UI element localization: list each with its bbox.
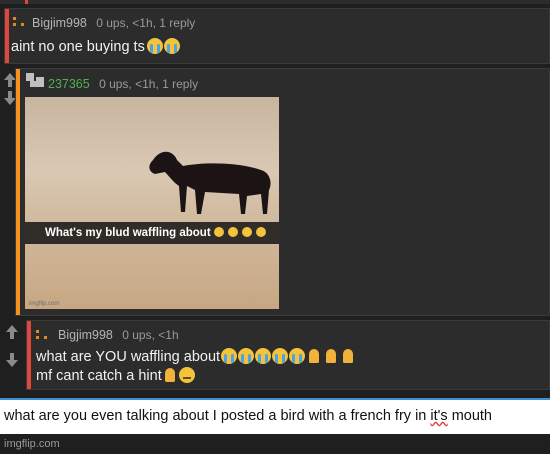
- meme-caption: What's my blud waffling about: [25, 222, 279, 244]
- loudly-crying-face-emoji: [272, 348, 289, 364]
- previous-comment-edge: [0, 0, 550, 4]
- loudly-crying-face-emoji: [146, 38, 163, 54]
- comment-accent-bar: [27, 321, 31, 389]
- grinning-face-emoji: [242, 227, 253, 237]
- loudly-crying-face-emoji: [289, 348, 306, 364]
- grinning-face-emoji: [228, 227, 239, 237]
- grinning-face-emoji: [256, 227, 267, 237]
- comment-image[interactable]: What's my blud waffling about imgflip.co…: [25, 97, 279, 309]
- reply-input-text: what are you even talking about I posted…: [4, 408, 493, 424]
- folded-hands-emoji: [162, 367, 178, 383]
- image-watermark: imgflip.com: [29, 301, 60, 307]
- loudly-crying-face-emoji: [238, 348, 255, 364]
- folded-hands-emoji: [340, 348, 356, 364]
- loudly-crying-face-emoji: [255, 348, 272, 364]
- user-avatar-icon[interactable]: [26, 73, 44, 91]
- misspelled-word: it's: [430, 408, 448, 424]
- imgflip-watermark: imgflip.com: [4, 438, 60, 450]
- loudly-crying-face-emoji: [163, 38, 180, 54]
- user-avatar-icon[interactable]: [36, 330, 50, 340]
- comment-username[interactable]: Bigjim998: [32, 16, 87, 30]
- user-avatar-icon[interactable]: [13, 17, 27, 27]
- comment-meta: 0 ups, <1h, 1 reply: [99, 77, 199, 91]
- folded-hands-emoji: [306, 348, 322, 364]
- comment-meta: 0 ups, <1h: [122, 328, 179, 342]
- vote-column: [2, 323, 22, 369]
- dachshund-silhouette-image: [149, 151, 271, 214]
- upvote-arrow-icon[interactable]: [3, 323, 21, 341]
- comment-bigjim-2: Bigjim998 0 ups, <1h what are YOU waffli…: [26, 320, 550, 390]
- reply-input[interactable]: what are you even talking about I posted…: [0, 398, 550, 434]
- loudly-crying-face-emoji: [221, 348, 238, 364]
- comment-meta: 0 ups, <1h, 1 reply: [96, 16, 196, 30]
- folded-hands-emoji: [323, 348, 339, 364]
- grinning-face-emoji: [213, 227, 224, 237]
- comment-bigjim-1: Bigjim998 0 ups, <1h, 1 reply aint no on…: [4, 8, 550, 64]
- comment-username[interactable]: 237365: [48, 77, 90, 91]
- comment-text-line2: mf cant catch a hint: [36, 368, 162, 384]
- comment-accent-bar: [16, 69, 20, 315]
- comment-accent-bar: [5, 9, 9, 63]
- comment-username[interactable]: Bigjim998: [58, 328, 113, 342]
- downvote-arrow-icon[interactable]: [3, 351, 21, 369]
- comment-text-line1: what are YOU waffling about: [36, 349, 221, 365]
- pensive-face-emoji: [178, 367, 195, 383]
- comment-text: aint no one buying ts: [11, 39, 145, 55]
